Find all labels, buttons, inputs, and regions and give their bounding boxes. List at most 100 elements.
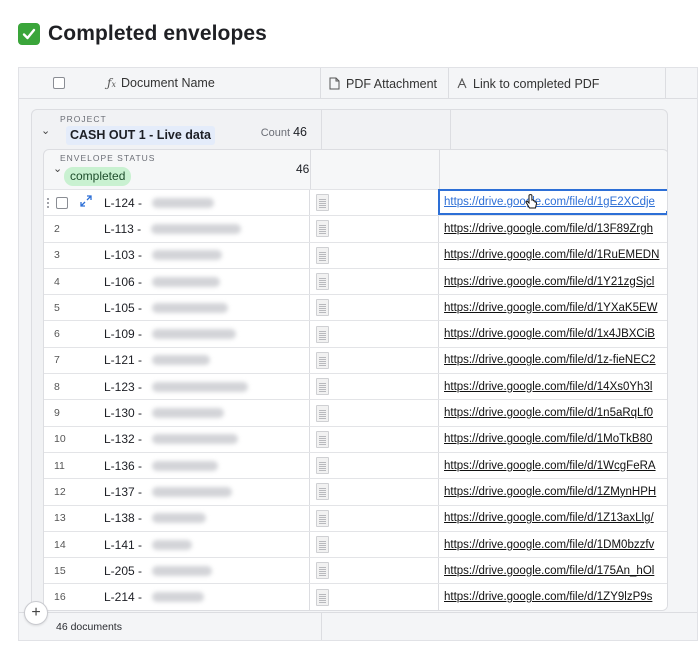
link-cell[interactable]: https://drive.google.com/file/d/1n5aRqLf… [439, 400, 667, 425]
pdf-attachment-cell[interactable] [310, 190, 439, 216]
completed-pdf-link[interactable]: https://drive.google.com/file/d/1z-fieNE… [444, 354, 656, 366]
row-number-cell[interactable]: 10 [44, 427, 84, 452]
pdf-thumbnail-icon[interactable] [316, 457, 329, 475]
completed-pdf-link[interactable]: https://drive.google.com/file/d/1MoTkB80 [444, 433, 652, 445]
table-row[interactable]: 2 L-113 - https://drive.google.com/file/d/… [44, 215, 667, 242]
pdf-thumbnail-icon[interactable] [316, 509, 329, 527]
row-number-cell[interactable]: 8 [44, 374, 84, 399]
document-name-cell[interactable]: L-137 - [84, 479, 310, 505]
pdf-thumbnail-icon[interactable] [316, 430, 329, 448]
row-number-cell[interactable]: 5 [44, 295, 84, 320]
document-name-cell[interactable]: L-136 - [84, 452, 310, 479]
row-number-cell[interactable]: 14 [44, 532, 84, 557]
completed-pdf-link[interactable]: https://drive.google.com/file/d/1ZMynHPH [444, 486, 656, 498]
row-number-cell[interactable]: 4 [44, 269, 84, 294]
pdf-attachment-cell[interactable] [310, 531, 439, 558]
pdf-attachment-cell[interactable] [310, 584, 439, 610]
document-name-cell[interactable]: L-124 - [84, 190, 310, 216]
link-cell[interactable]: https://drive.google.com/file/d/1ZMynHPH [439, 479, 667, 504]
row-number-cell[interactable]: 12 [44, 479, 84, 504]
pdf-thumbnail-icon[interactable] [316, 404, 329, 422]
pdf-thumbnail-icon[interactable] [316, 273, 329, 291]
document-name-cell[interactable]: L-214 - [84, 584, 310, 610]
pdf-thumbnail-icon[interactable] [316, 220, 329, 238]
row-number-cell[interactable]: 13 [44, 506, 84, 531]
document-name-cell[interactable]: L-106 - [84, 268, 310, 295]
row-number-cell[interactable]: 9 [44, 400, 84, 425]
document-name-cell[interactable]: L-123 - [84, 374, 310, 400]
pdf-attachment-cell[interactable] [310, 505, 439, 531]
completed-pdf-link[interactable]: https://drive.google.com/file/d/1DM0bzzf… [444, 539, 654, 551]
table-row[interactable]: 9 L-130 - https://drive.google.com/file/d/… [44, 399, 667, 426]
row-number-cell[interactable]: 16 [44, 584, 84, 609]
pdf-thumbnail-icon[interactable] [316, 562, 329, 580]
pdf-thumbnail-icon[interactable] [316, 483, 329, 501]
row-number-cell[interactable]: 7 [44, 348, 84, 373]
table-row[interactable]: 15 L-205 - https://drive.google.com/file/d… [44, 557, 667, 584]
table-row[interactable]: 10 L-132 - https://drive.google.com/file/d… [44, 425, 667, 452]
document-name-cell[interactable]: L-138 - [84, 505, 310, 531]
table-row[interactable]: 8 L-123 - https://drive.google.com/file/d/… [44, 373, 667, 400]
row-number-cell[interactable]: 11 [44, 453, 84, 478]
link-cell[interactable]: https://drive.google.com/file/d/1ZY9lzP9… [439, 584, 667, 609]
table-row[interactable]: 6 L-109 - https://drive.google.com/file/d/… [44, 320, 667, 347]
completed-pdf-link[interactable]: https://drive.google.com/file/d/14Xs0Yh3… [444, 381, 652, 393]
link-cell[interactable]: https://drive.google.com/file/d/1z-fieNE… [439, 348, 667, 373]
pdf-attachment-cell[interactable] [310, 347, 439, 374]
pdf-thumbnail-icon[interactable] [316, 325, 329, 343]
pdf-attachment-cell[interactable] [310, 242, 439, 268]
pdf-attachment-cell[interactable] [310, 295, 439, 321]
row-number-cell[interactable]: 2 [44, 216, 84, 241]
table-row[interactable]: 4 L-106 - https://drive.google.com/file/d/… [44, 267, 667, 295]
row-number-cell[interactable]: 15 [44, 558, 84, 583]
table-row[interactable]: 13 L-138 - https://drive.google.com/file/d… [44, 504, 667, 531]
pdf-thumbnail-icon[interactable] [316, 536, 329, 553]
pdf-attachment-cell[interactable] [310, 558, 439, 584]
row-number-cell[interactable]: 6 [44, 321, 84, 346]
completed-pdf-link[interactable]: https://drive.google.com/file/d/1n5aRqLf… [444, 407, 653, 419]
pdf-thumbnail-icon[interactable] [316, 378, 329, 396]
pdf-attachment-cell[interactable] [310, 216, 439, 242]
completed-pdf-link[interactable]: https://drive.google.com/file/d/1gE2XCdj… [444, 196, 655, 208]
document-name-cell[interactable]: L-121 - [84, 347, 310, 374]
link-cell[interactable]: https://drive.google.com/file/d/1YXaK5EW [439, 295, 667, 320]
completed-pdf-link[interactable]: https://drive.google.com/file/d/1YXaK5EW [444, 302, 658, 314]
document-name-cell[interactable]: L-205 - [84, 558, 310, 584]
link-cell[interactable]: https://drive.google.com/file/d/1x4JBXCi… [439, 321, 667, 346]
document-name-cell[interactable]: L-130 - [84, 400, 310, 426]
chevron-down-icon[interactable]: ⌄ [41, 124, 50, 137]
link-cell[interactable]: https://drive.google.com/file/d/1Y21zgSj… [439, 269, 667, 294]
completed-pdf-link[interactable]: https://drive.google.com/file/d/1Y21zgSj… [444, 276, 654, 288]
row-number-cell[interactable] [44, 190, 92, 215]
group-header-envelope-status[interactable]: ⌄ ENVELOPE STATUS completed 46 [44, 150, 667, 190]
link-cell[interactable]: https://drive.google.com/file/d/1RuEMEDN [439, 243, 667, 268]
chevron-down-icon[interactable]: ⌄ [53, 162, 62, 175]
document-name-cell[interactable]: L-105 - [84, 295, 310, 321]
link-cell[interactable]: https://drive.google.com/file/d/1gE2XCdj… [438, 189, 667, 216]
table-row[interactable]: 5 L-105 - https://drive.google.com/file/d/… [44, 294, 667, 321]
table-row[interactable]: L-124 - https://drive.google.com/file/d/1… [44, 189, 667, 216]
table-row[interactable]: 16 L-214 - https://drive.google.com/file/d… [44, 583, 667, 610]
add-record-button[interactable]: + [24, 601, 48, 625]
table-row[interactable]: 3 L-103 - https://drive.google.com/file/d/… [44, 241, 667, 268]
drag-handle-icon[interactable] [46, 197, 50, 209]
link-cell[interactable]: https://drive.google.com/file/d/14Xs0Yh3… [439, 374, 667, 399]
group-header-project[interactable]: ⌄ PROJECT CASH OUT 1 - Live data Count 46 [32, 110, 321, 151]
expand-record-icon[interactable] [80, 195, 92, 210]
link-cell[interactable]: https://drive.google.com/file/d/1DM0bzzf… [439, 532, 667, 557]
document-name-cell[interactable]: L-109 - [84, 321, 310, 347]
column-header-document-name[interactable]: ƒx Document Name [19, 68, 321, 99]
pdf-thumbnail-icon[interactable] [316, 299, 329, 317]
link-cell[interactable]: https://drive.google.com/file/d/1WcgFeRA [439, 453, 667, 478]
completed-pdf-link[interactable]: https://drive.google.com/file/d/1x4JBXCi… [444, 328, 655, 340]
pdf-attachment-cell[interactable] [310, 479, 439, 505]
link-cell[interactable]: https://drive.google.com/file/d/175An_hO… [439, 558, 667, 583]
document-name-cell[interactable]: L-103 - [84, 242, 310, 268]
pdf-attachment-cell[interactable] [310, 426, 439, 452]
row-number-cell[interactable]: 3 [44, 243, 84, 268]
pdf-thumbnail-icon[interactable] [316, 194, 329, 212]
link-cell[interactable]: https://drive.google.com/file/d/1Z13axLl… [439, 506, 667, 531]
table-row[interactable]: 12 L-137 - https://drive.google.com/file/d… [44, 478, 667, 505]
completed-pdf-link[interactable]: https://drive.google.com/file/d/1WcgFeRA [444, 460, 656, 472]
completed-pdf-link[interactable]: https://drive.google.com/file/d/1Z13axLl… [444, 512, 654, 524]
